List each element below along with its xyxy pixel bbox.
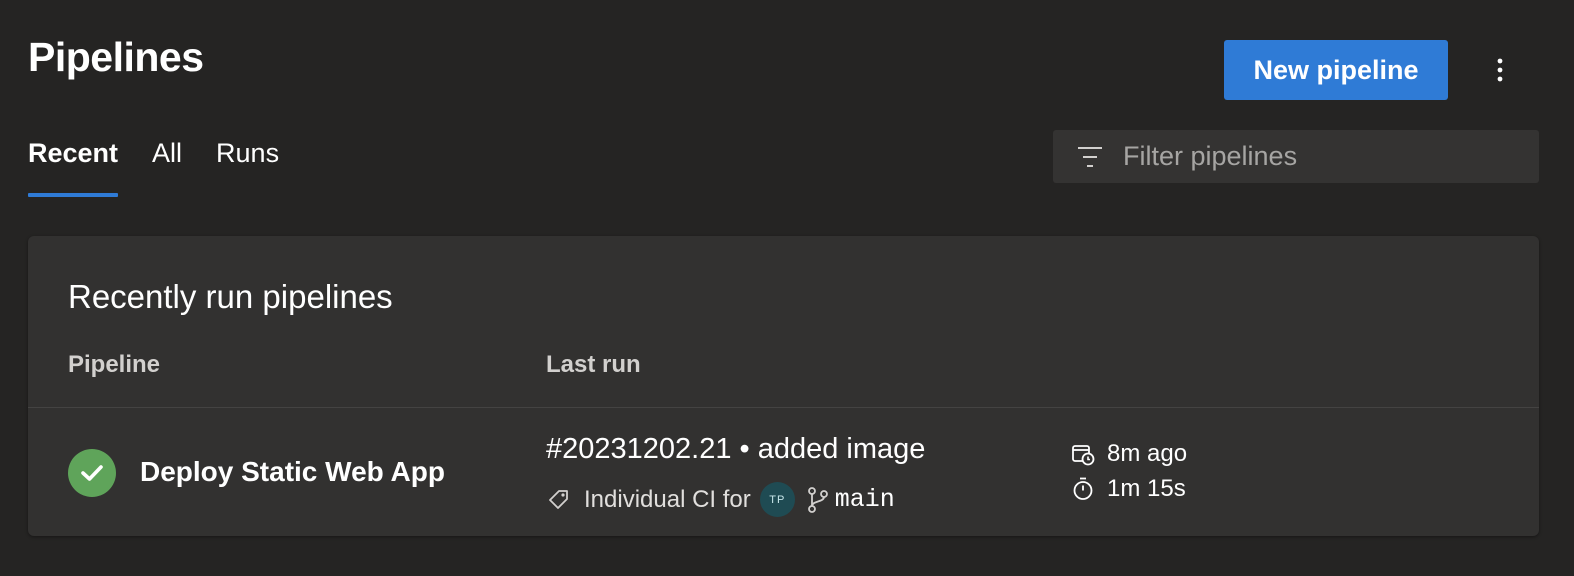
pipeline-name-link[interactable]: Deploy Static Web App <box>140 456 445 488</box>
duration-text: 1m 15s <box>1107 475 1186 502</box>
more-options-button[interactable] <box>1484 52 1516 88</box>
recent-pipelines-card: Recently run pipelines Pipeline Last run… <box>28 236 1539 536</box>
stopwatch-icon <box>1073 477 1093 500</box>
table-row[interactable]: Deploy Static Web App #20231202.21 • add… <box>28 408 1539 536</box>
branch-icon <box>807 486 828 513</box>
tag-icon <box>549 489 568 509</box>
branch-name[interactable]: main <box>835 485 895 514</box>
avatar[interactable]: TP <box>759 482 795 517</box>
page-title: Pipelines <box>28 34 204 80</box>
run-time-ago: 8m ago <box>1071 440 1187 468</box>
check-circle-icon <box>68 449 116 497</box>
column-header-last-run: Last run <box>546 351 641 378</box>
filter-input[interactable] <box>1121 140 1505 173</box>
tab-all[interactable]: All <box>152 138 182 197</box>
run-trigger-info: Individual CI for TP main <box>548 482 895 517</box>
filter-box[interactable] <box>1053 130 1539 183</box>
column-header-pipeline: Pipeline <box>68 351 161 378</box>
tab-runs[interactable]: Runs <box>216 138 279 197</box>
filter-icon <box>1077 146 1103 168</box>
run-duration: 1m 15s <box>1071 475 1186 503</box>
card-title: Recently run pipelines <box>68 278 393 315</box>
trigger-text: Individual CI for <box>584 485 751 513</box>
new-pipeline-button[interactable]: New pipeline <box>1224 40 1448 100</box>
run-title-link[interactable]: #20231202.21 • added image <box>546 433 925 466</box>
more-vertical-icon <box>1497 58 1503 82</box>
tab-bar: Recent All Runs <box>28 138 313 197</box>
calendar-clock-icon <box>1072 445 1095 466</box>
time-ago-text: 8m ago <box>1107 440 1188 467</box>
tab-recent[interactable]: Recent <box>28 138 119 197</box>
